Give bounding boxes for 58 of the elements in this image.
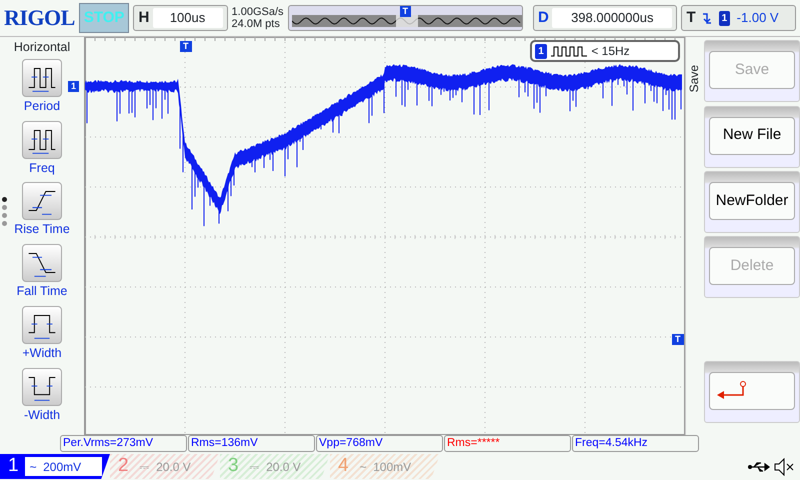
trigger-label: T	[686, 8, 696, 28]
pulse-wave-icon	[550, 45, 588, 57]
channel-scale: 200mV	[43, 458, 82, 476]
coupling-symbol: ~	[360, 458, 367, 476]
menu-title: Save	[688, 65, 701, 92]
sample-rate: 1.00GSa/s	[232, 6, 284, 18]
trigger-level-marker: T	[672, 334, 684, 345]
channel-tab[interactable]: 3 ⎓ 20.0 V	[220, 454, 330, 479]
channel-tab[interactable]: 2 ⎓ 20.0 V	[110, 454, 220, 479]
channel-number: 1	[8, 454, 19, 478]
usb-icon	[748, 460, 770, 472]
menu-label: +Width	[22, 344, 62, 362]
measurement-value: Freq=4.54kHz	[572, 435, 699, 452]
trigger-status-text: < 15Hz	[591, 43, 630, 60]
channel-number: 2	[118, 454, 129, 478]
delay-value: 398.000000us	[552, 8, 672, 28]
timebase-label: H	[138, 8, 150, 28]
measurement-value: Vpp=768mV	[316, 435, 443, 452]
negative-width-icon-button[interactable]	[22, 368, 62, 406]
coupling-symbol: ⎓	[250, 458, 260, 476]
channel-scale: 100mV	[373, 458, 412, 476]
speaker-muted-icon	[774, 458, 794, 476]
rise-time-icon-button[interactable]	[22, 182, 62, 220]
menu-label: Period	[24, 98, 60, 115]
memory-depth: 24.0M pts	[232, 18, 281, 30]
trigger-position-marker: T	[400, 6, 412, 17]
trigger-position-marker: T	[180, 41, 192, 52]
channel-tab[interactable]: 1 ~ 200mV	[0, 454, 110, 479]
timebase-value: 100us	[152, 8, 223, 28]
menu-label: Rise Time	[14, 221, 70, 238]
trigger-source: 1	[718, 10, 730, 26]
period-icon-button[interactable]	[22, 58, 62, 97]
menu-title: Horizontal	[14, 39, 70, 56]
measurement-value: Rms=*****	[444, 435, 571, 452]
channel-marker: 1	[68, 81, 80, 92]
menu-label: Fall Time	[16, 283, 68, 300]
channel-tab[interactable]: 4 ~ 100mV	[330, 454, 440, 479]
channel-number: 3	[228, 454, 239, 478]
trigger-level: -1.00 V	[736, 9, 779, 28]
trigger-status-source: 1	[535, 44, 547, 58]
channel-scale: 20.0 V	[156, 458, 191, 476]
channel-scale: 20.0 V	[266, 458, 301, 476]
measurement-value: Rms=136mV	[188, 435, 315, 452]
coupling-symbol: ⎓	[140, 458, 150, 476]
menu-label: Freq	[29, 160, 55, 177]
channel-number: 4	[338, 454, 349, 478]
measurement-value: Per.Vrms=273mV	[60, 435, 187, 452]
menu-label: -Width	[24, 406, 60, 424]
delay-label: D	[538, 8, 549, 28]
falling-edge-icon	[702, 11, 712, 25]
frequency-icon-button[interactable]	[22, 120, 62, 158]
fall-time-icon-button[interactable]	[22, 244, 62, 282]
menu-button[interactable]: NewFolder	[709, 182, 795, 220]
positive-width-icon-button[interactable]	[22, 306, 62, 344]
return-button[interactable]	[709, 372, 795, 410]
coupling-symbol: ~	[30, 458, 37, 476]
brand-logo: RIGOL	[4, 4, 75, 32]
menu-button[interactable]: New File	[709, 116, 795, 154]
